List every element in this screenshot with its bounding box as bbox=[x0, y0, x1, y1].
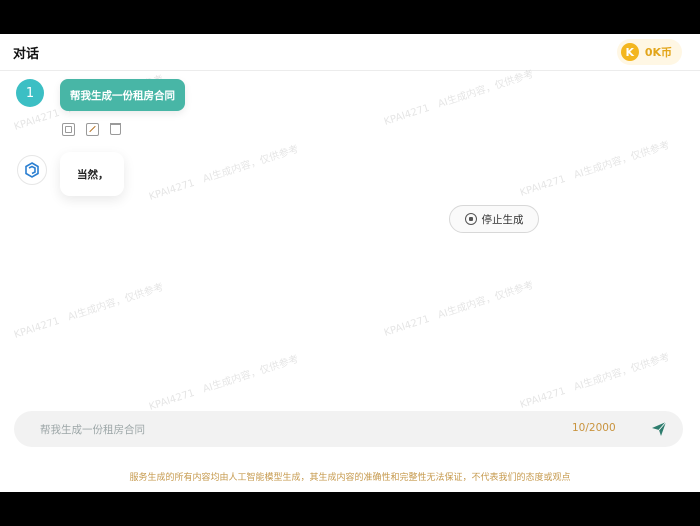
watermark: KPAI4271 AI生成内容，仅供参考 bbox=[147, 143, 301, 203]
message-actions bbox=[62, 123, 121, 136]
stop-generating-button[interactable]: 停止生成 bbox=[449, 205, 539, 233]
chat-app: 对话 K 0K币 KPAI4271 AI生成内容，仅供参考 KPAI4271 A… bbox=[0, 34, 700, 492]
stop-generating-label: 停止生成 bbox=[481, 213, 524, 226]
header: 对话 K 0K币 bbox=[0, 34, 700, 71]
coin-icon: K bbox=[620, 43, 639, 61]
watermark: KPAI4271 AI生成内容，仅供参考 bbox=[12, 281, 166, 341]
coin-balance[interactable]: K 0K币 bbox=[616, 39, 682, 65]
bot-avatar bbox=[17, 155, 47, 185]
bot-message-bubble: 当然， bbox=[60, 152, 124, 196]
message-input[interactable]: 帮我生成一份租房合同 bbox=[40, 422, 145, 437]
char-counter: 10/2000 bbox=[572, 422, 616, 434]
user-avatar: 1 bbox=[16, 79, 44, 107]
coin-balance-label: 0K币 bbox=[644, 46, 672, 59]
watermark: KPAI4271 AI生成内容，仅供参考 bbox=[518, 139, 672, 199]
watermark: KPAI4271 AI生成内容，仅供参考 bbox=[382, 279, 536, 339]
watermark: KPAI4271 AI生成内容，仅供参考 bbox=[382, 68, 536, 128]
watermark: KPAI4271 AI生成内容，仅供参考 bbox=[518, 351, 672, 411]
copy-icon[interactable] bbox=[62, 123, 75, 136]
user-message-bubble: 帮我生成一份租房合同 bbox=[60, 79, 185, 111]
bot-logo-icon bbox=[25, 162, 39, 178]
delete-icon[interactable] bbox=[110, 123, 121, 135]
send-icon[interactable] bbox=[651, 421, 667, 437]
watermark: KPAI4271 AI生成内容，仅供参考 bbox=[147, 353, 301, 413]
page-title: 对话 bbox=[13, 47, 40, 62]
stop-icon bbox=[464, 213, 477, 225]
edit-icon[interactable] bbox=[86, 123, 99, 136]
message-input-bar[interactable]: 帮我生成一份租房合同 10/2000 bbox=[14, 411, 683, 447]
disclaimer: 服务生成的所有内容均由人工智能模型生成，其生成内容的准确性和完整性无法保证，不代… bbox=[129, 473, 571, 483]
